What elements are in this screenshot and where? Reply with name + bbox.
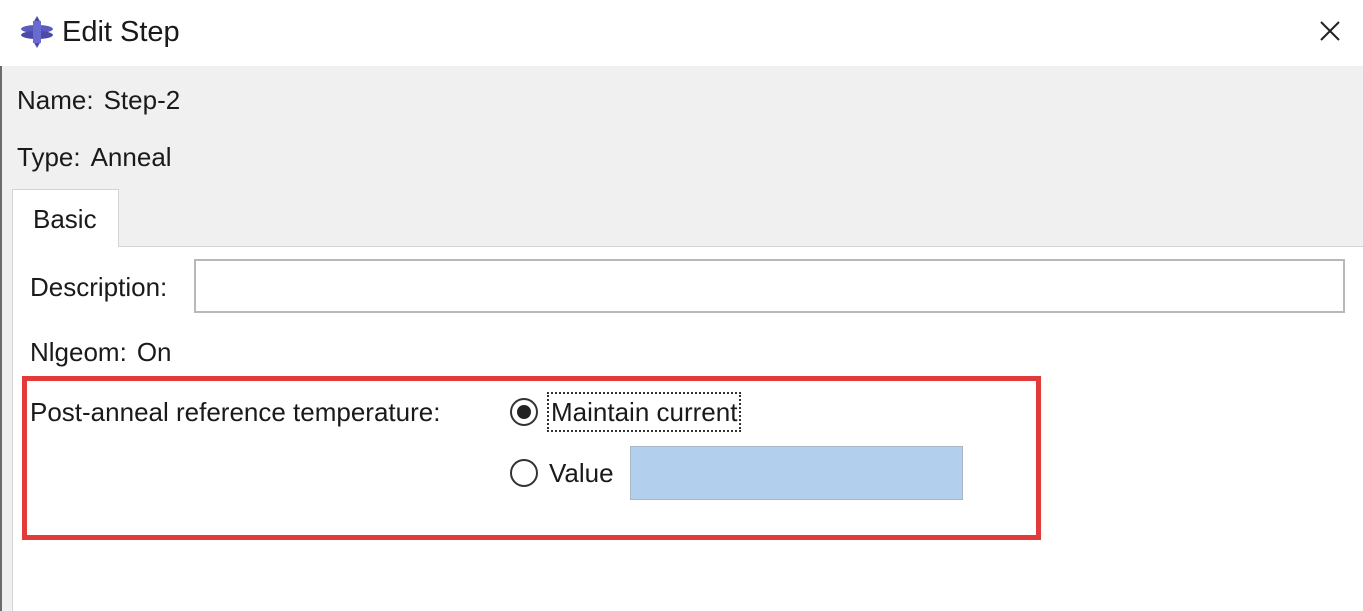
description-label: Description: xyxy=(30,272,168,302)
nlgeom-value: On xyxy=(136,337,172,367)
name-label: Name: xyxy=(17,85,94,115)
type-label: Type: xyxy=(17,142,81,172)
name-row: Name: Step-2 xyxy=(17,84,180,116)
type-row: Type: Anneal xyxy=(17,141,172,173)
nlgeom-row: Nlgeom: On xyxy=(30,336,172,368)
type-value: Anneal xyxy=(90,142,172,172)
app-icon xyxy=(21,16,53,48)
window-edge xyxy=(0,66,2,611)
value-option-label[interactable]: Value xyxy=(549,457,614,489)
description-field[interactable] xyxy=(194,259,1345,313)
close-button[interactable] xyxy=(1308,12,1352,52)
nlgeom-label: Nlgeom: xyxy=(30,337,127,367)
value-radio[interactable] xyxy=(510,459,538,487)
title-bar: Edit Step xyxy=(0,0,1363,66)
temperature-value-field[interactable] xyxy=(630,446,963,500)
close-icon xyxy=(1320,21,1340,41)
name-value: Step-2 xyxy=(103,85,181,115)
window-title: Edit Step xyxy=(62,16,180,48)
maintain-current-option-label[interactable]: Maintain current xyxy=(547,392,742,432)
tab-basic[interactable]: Basic xyxy=(12,189,119,247)
maintain-current-radio[interactable] xyxy=(510,398,538,426)
tab-basic-label: Basic xyxy=(33,204,97,234)
post-anneal-temperature-label: Post-anneal reference temperature: xyxy=(30,397,441,427)
